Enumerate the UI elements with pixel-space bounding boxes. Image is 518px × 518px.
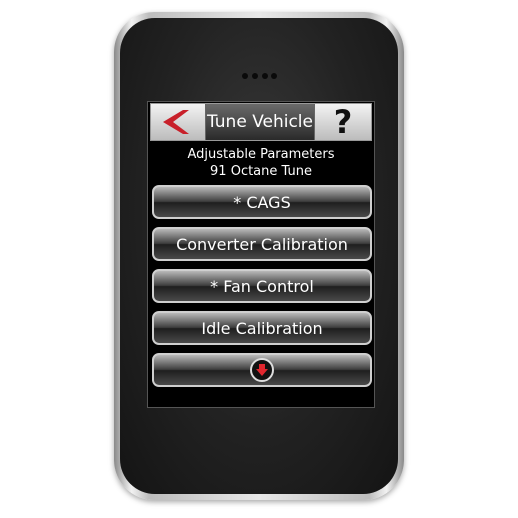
subtitle-line-1: Adjustable Parameters (187, 147, 335, 162)
menu-item-idle-calibration[interactable]: Idle Calibration (152, 311, 372, 345)
question-mark-icon: ? (333, 103, 353, 141)
menu-item-fan-control[interactable]: * Fan Control (152, 269, 372, 303)
touch-screen: Tune Vehicle ? Adjustable Parameters 91 … (147, 101, 375, 408)
menu-item-label: * Fan Control (210, 276, 314, 296)
menu-item-label: * CAGS (233, 192, 291, 212)
menu-item-label: Converter Calibration (176, 234, 348, 254)
arrow-down-icon (250, 358, 274, 382)
menu-item-cags[interactable]: * CAGS (152, 185, 372, 219)
top-bar: Tune Vehicle ? (150, 103, 372, 141)
menu-item-label: Idle Calibration (201, 318, 323, 338)
menu-item-converter-calibration[interactable]: Converter Calibration (152, 227, 372, 261)
scroll-down-button[interactable] (152, 353, 372, 387)
page-title: Tune Vehicle (206, 112, 313, 132)
help-button[interactable]: ? (314, 104, 371, 140)
speaker-grille (240, 72, 278, 80)
subtitle: Adjustable Parameters 91 Octane Tune (148, 146, 374, 180)
back-button[interactable] (151, 104, 206, 140)
subtitle-line-2: 91 Octane Tune (210, 164, 312, 179)
back-chevron-icon (163, 110, 189, 134)
